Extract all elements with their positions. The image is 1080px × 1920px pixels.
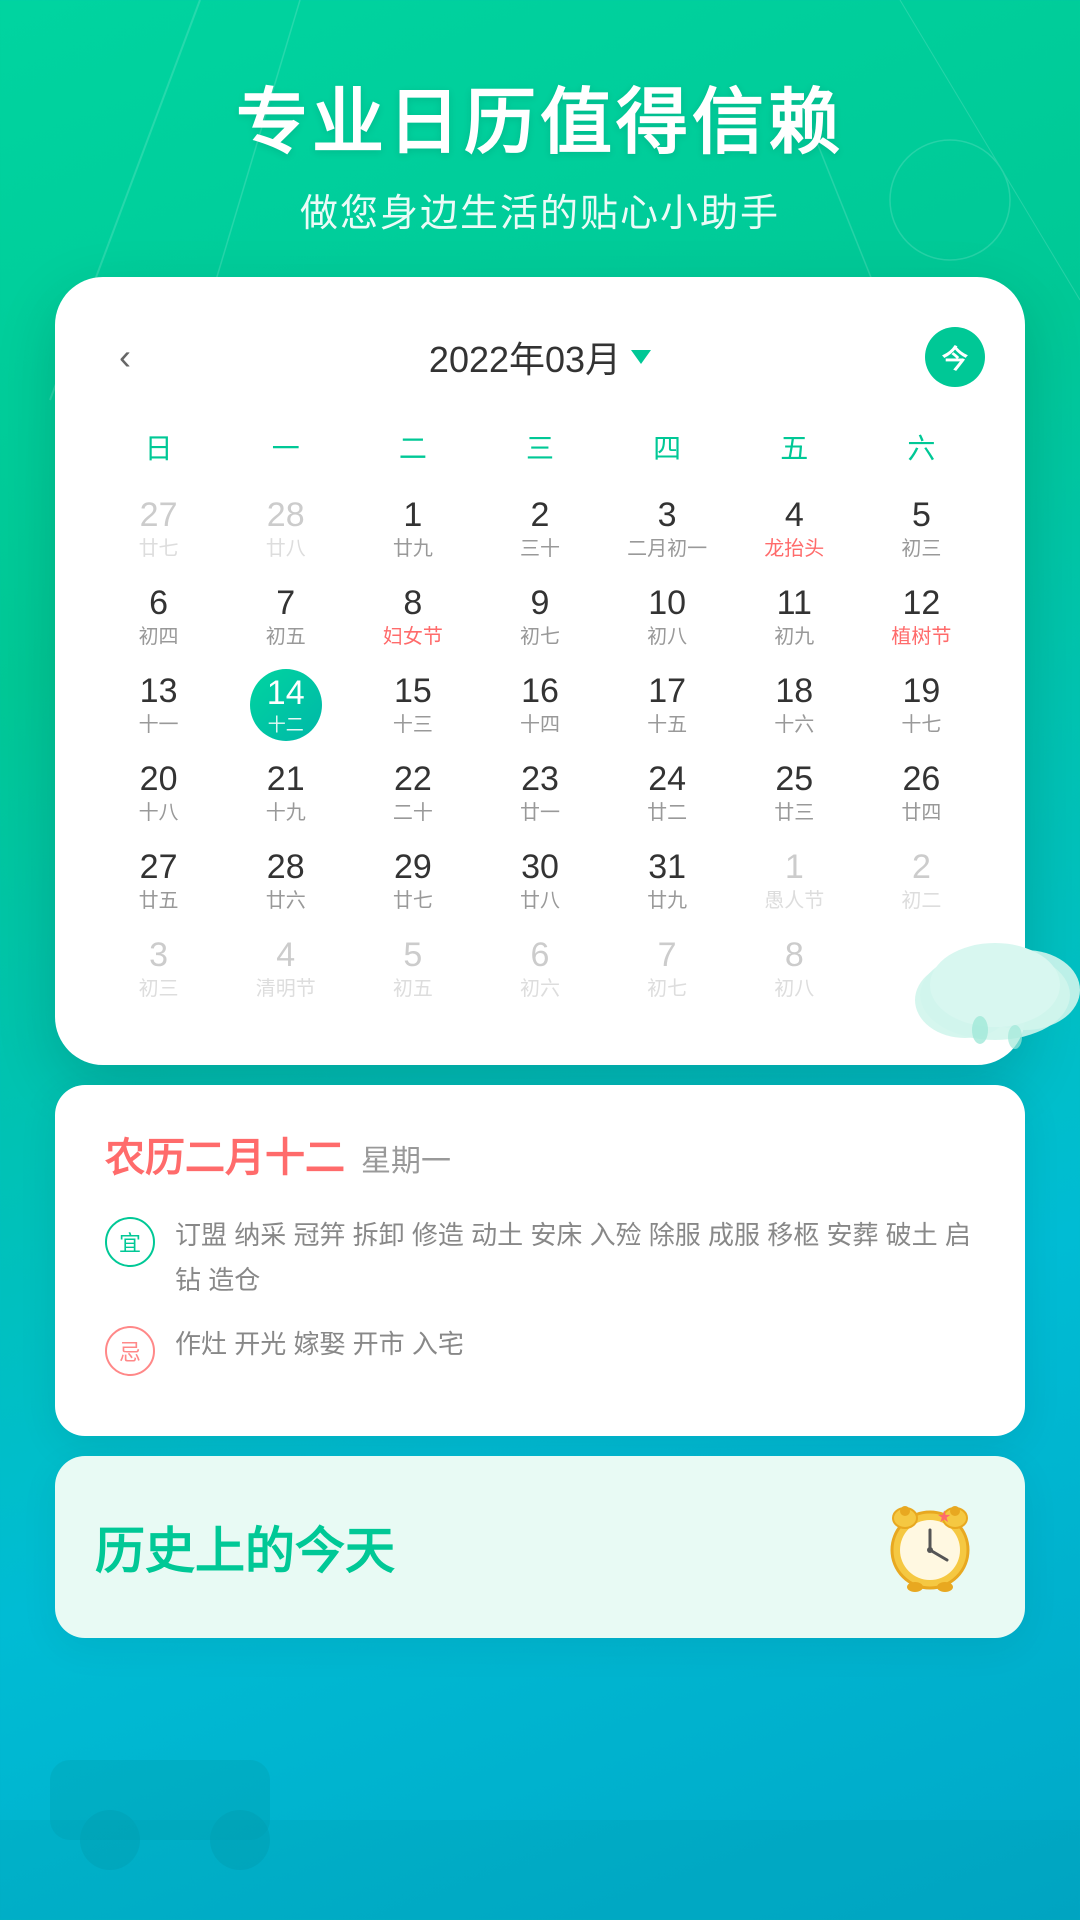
detail-lunar-date: 农历二月十二 [105,1125,345,1183]
weekday-fri: 五 [731,417,858,477]
calendar-title[interactable]: 2022年03月 [429,331,651,383]
table-row[interactable]: 2初二 [858,839,985,927]
selected-circle: 14 十二 [250,669,322,741]
detail-section: 农历二月十二 星期一 宜 订盟 纳采 冠笄 拆卸 修造 动土 安床 入殓 除服 … [55,1085,1025,1435]
table-row[interactable]: 28廿八 [222,487,349,575]
table-row[interactable]: 7初五 [222,575,349,663]
yi-badge: 宜 [105,1217,155,1267]
alarm-clock-icon: ★ [875,1492,985,1602]
table-row[interactable]: 21十九 [222,751,349,839]
yi-text: 订盟 纳采 冠笄 拆卸 修造 动土 安床 入殓 除服 成服 移柩 安葬 破土 启… [175,1213,985,1301]
table-row[interactable]: 8初八 [731,927,858,1015]
table-row[interactable]: 28廿六 [222,839,349,927]
weekday-sat: 六 [858,417,985,477]
table-row[interactable]: 25廿三 [731,751,858,839]
table-row[interactable]: 16十四 [476,663,603,751]
detail-weekday: 星期一 [361,1136,451,1180]
month-year-label: 2022年03月 [429,331,621,383]
table-row[interactable]: 4龙抬头 [731,487,858,575]
table-row[interactable]: 7初七 [604,927,731,1015]
table-row[interactable]: 10初八 [604,575,731,663]
table-row [858,927,985,1015]
history-section[interactable]: 历史上的今天 ★ [55,1456,1025,1638]
table-row[interactable]: 18十六 [731,663,858,751]
history-title: 历史上的今天 [95,1511,395,1583]
weekday-tue: 二 [349,417,476,477]
table-row[interactable]: 29廿七 [349,839,476,927]
history-title-prefix: 历史上的 [95,1523,295,1579]
table-row[interactable]: 4清明节 [222,927,349,1015]
weekday-thu: 四 [604,417,731,477]
calendar-header: ‹ 2022年03月 今 [95,327,985,387]
table-row[interactable]: 11初九 [731,575,858,663]
ji-text: 作灶 开光 嫁娶 开市 入宅 [175,1322,985,1366]
header-title: 专业日历值得信赖 [0,80,1080,166]
table-row[interactable]: 20十八 [95,751,222,839]
table-row[interactable]: 17十五 [604,663,731,751]
calendar-card: ‹ 2022年03月 今 日 一 二 三 四 五 六 27廿七 28廿八 1廿九… [55,277,1025,1065]
weekday-sun: 日 [95,417,222,477]
table-row[interactable]: 30廿八 [476,839,603,927]
table-row[interactable]: 2三十 [476,487,603,575]
table-row[interactable]: 6初四 [95,575,222,663]
header-section: 专业日历值得信赖 做您身边生活的贴心小助手 [0,0,1080,277]
table-row[interactable]: 26廿四 [858,751,985,839]
table-row[interactable]: 27廿七 [95,487,222,575]
ji-row: 忌 作灶 开光 嫁娶 开市 入宅 [105,1322,985,1376]
today-button[interactable]: 今 [925,327,985,387]
table-row[interactable]: 23廿一 [476,751,603,839]
table-row[interactable]: 15十三 [349,663,476,751]
table-row[interactable]: 12植树节 [858,575,985,663]
table-row[interactable]: 22二十 [349,751,476,839]
table-row[interactable]: 5初五 [349,927,476,1015]
table-row[interactable]: 31廿九 [604,839,731,927]
detail-date-row: 农历二月十二 星期一 [105,1125,985,1183]
table-row[interactable]: 1愚人节 [731,839,858,927]
table-row[interactable]: 6初六 [476,927,603,1015]
selected-date-cell[interactable]: 14 十二 14十二 [222,663,349,751]
table-row[interactable]: 5初三 [858,487,985,575]
table-row[interactable]: 3初三 [95,927,222,1015]
history-title-highlight: 今天 [295,1523,395,1579]
table-row[interactable]: 3二月初一 [604,487,731,575]
table-row[interactable]: 27廿五 [95,839,222,927]
weekday-mon: 一 [222,417,349,477]
weekdays-header: 日 一 二 三 四 五 六 [95,417,985,477]
prev-month-button[interactable]: ‹ [95,327,155,387]
table-row[interactable]: 13十一 [95,663,222,751]
dropdown-arrow-icon [631,350,651,364]
table-row[interactable]: 1廿九 [349,487,476,575]
weekday-wed: 三 [476,417,603,477]
header-subtitle: 做您身边生活的贴心小助手 [0,182,1080,237]
calendar-grid: 27廿七 28廿八 1廿九 2三十 3二月初一 4龙抬头 5初三 6初四 7初五… [95,487,985,1015]
table-row[interactable]: 19十七 [858,663,985,751]
table-row[interactable]: 9初七 [476,575,603,663]
yi-row: 宜 订盟 纳采 冠笄 拆卸 修造 动土 安床 入殓 除服 成服 移柩 安葬 破土… [105,1213,985,1301]
table-row[interactable]: 24廿二 [604,751,731,839]
svg-text:★: ★ [937,1509,951,1526]
ji-badge: 忌 [105,1326,155,1376]
table-row[interactable]: 8妇女节 [349,575,476,663]
